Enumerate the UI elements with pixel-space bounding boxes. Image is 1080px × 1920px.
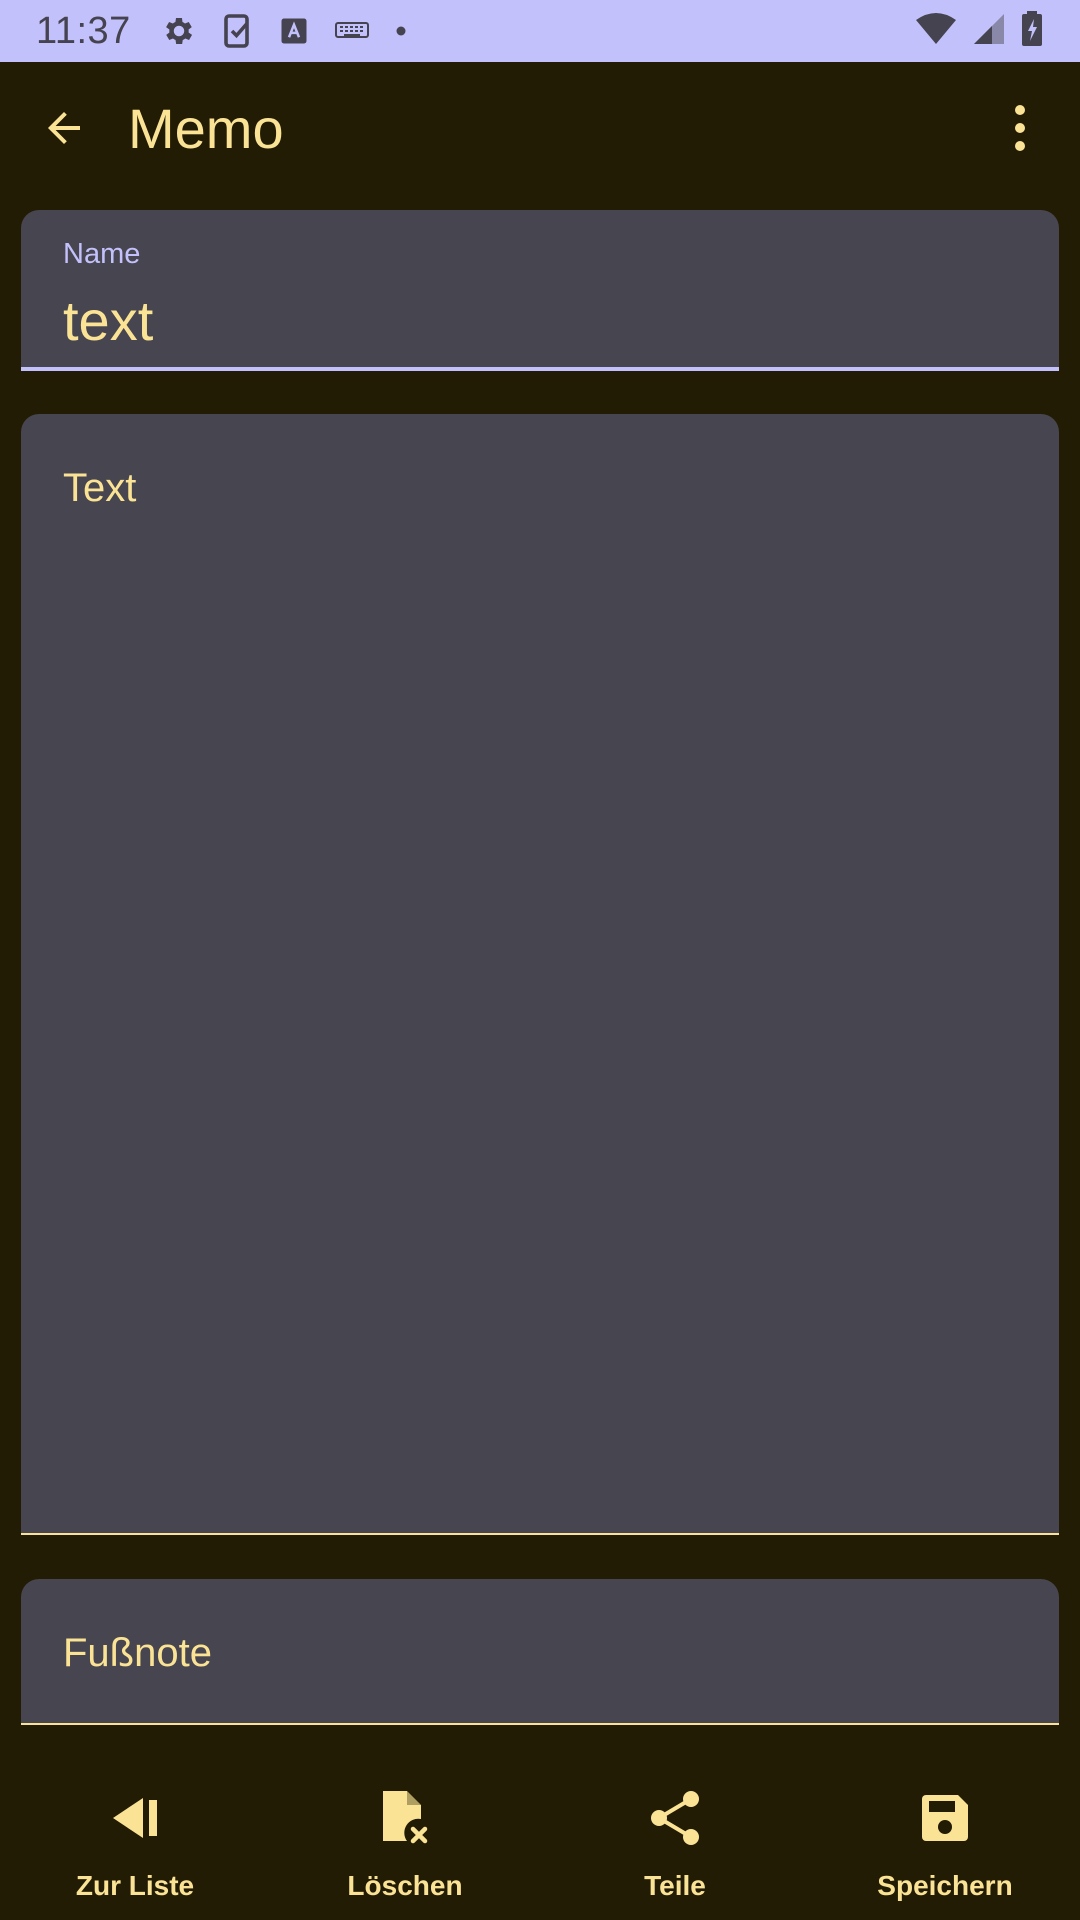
file-delete-icon	[383, 1791, 428, 1844]
status-icons-right	[914, 10, 1044, 52]
delete-label: Löschen	[347, 1870, 463, 1901]
settings-icon	[161, 13, 197, 49]
wifi-icon	[914, 12, 958, 51]
share-button[interactable]: Teile	[540, 1760, 810, 1920]
signal-icon	[972, 12, 1006, 51]
back-button[interactable]	[36, 100, 92, 156]
share-label: Teile	[644, 1870, 706, 1901]
status-bar: 11:37	[0, 0, 1080, 62]
task-icon	[223, 13, 253, 49]
save-button[interactable]: Speichern	[810, 1760, 1080, 1920]
battery-charging-icon	[1020, 10, 1044, 52]
more-options-button[interactable]	[996, 96, 1044, 160]
footnote-field-placeholder: Fußnote	[63, 1631, 212, 1675]
name-field-value: text	[63, 289, 154, 352]
app-bar: Memo	[0, 62, 1080, 194]
delete-button[interactable]: Löschen	[270, 1760, 540, 1920]
footnote-field[interactable]: Fußnote	[21, 1579, 1059, 1725]
dot-icon	[395, 25, 407, 37]
to-list-button[interactable]: Zur Liste	[0, 1760, 270, 1920]
name-field[interactable]: Name text	[21, 210, 1059, 371]
share-icon	[651, 1791, 699, 1845]
memo-screen: 11:37 Memo Name text Text Fußnote Zur Li…	[0, 0, 1080, 1920]
skip-back-icon	[113, 1798, 157, 1838]
page-title: Memo	[128, 96, 284, 160]
text-field-placeholder: Text	[63, 466, 137, 510]
more-vert-icon	[1015, 105, 1025, 151]
text-box-icon	[279, 16, 309, 46]
bottom-action-bar: Zur Liste Löschen Teile Speichern	[0, 1760, 1080, 1920]
arrow-back-icon	[48, 112, 80, 144]
keyboard-icon	[334, 19, 369, 43]
status-icons-left	[161, 13, 407, 49]
to-list-label: Zur Liste	[75, 1870, 195, 1901]
status-time: 11:37	[36, 9, 131, 52]
text-field[interactable]: Text	[21, 414, 1059, 1535]
name-field-label: Name	[63, 238, 141, 270]
save-label: Speichern	[877, 1870, 1013, 1901]
save-icon	[922, 1795, 968, 1841]
